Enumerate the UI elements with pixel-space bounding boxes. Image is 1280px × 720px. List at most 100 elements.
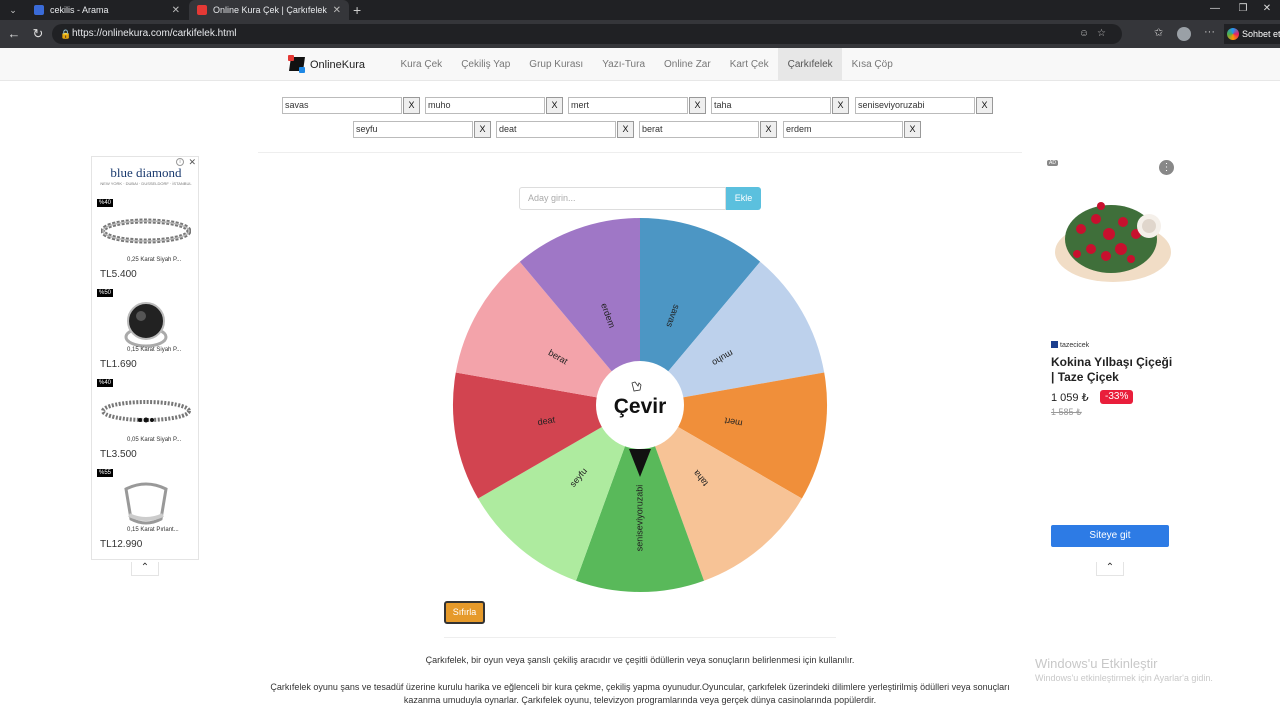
collapse-ad-chevron-icon[interactable]: ⌃ xyxy=(131,562,159,576)
menu-carkifelek[interactable]: Çarkıfelek xyxy=(778,48,843,81)
candidate-item: erdem X xyxy=(783,121,921,138)
tab-list-chevron-icon[interactable]: ⌄ xyxy=(4,2,22,18)
candidate-input[interactable]: Aday girin... xyxy=(519,187,726,210)
left-ad-panel[interactable]: i ✕ blue diamond NEW YORK · DUBAI · DUSS… xyxy=(91,156,199,560)
logo-text: OnlineKura xyxy=(310,59,366,71)
description-paragraph: Çarkıfelek, bir oyun veya şanslı çekiliş… xyxy=(425,655,855,665)
candidate-name-field[interactable]: seyfu xyxy=(353,121,473,138)
logo-hat-icon xyxy=(288,55,306,75)
minimize-icon[interactable]: — xyxy=(1200,0,1230,20)
remove-candidate-button[interactable]: X xyxy=(403,97,420,114)
search-icon xyxy=(34,5,44,15)
menu-grup-kurasi[interactable]: Grup Kurası xyxy=(520,48,593,81)
menu-yazi-tura[interactable]: Yazı-Tura xyxy=(593,48,655,81)
ad-options-icon[interactable]: ⋮ xyxy=(1159,160,1174,175)
ad-product[interactable]: %50 0,15 Karat Siyah P... TL1.690 xyxy=(97,289,195,377)
remove-candidate-button[interactable]: X xyxy=(976,97,993,114)
visit-site-button[interactable]: Siteye git xyxy=(1051,525,1169,547)
ad-brand-cities: NEW YORK · DUBAI · DUSSELDORF · İSTANBUL xyxy=(100,181,192,186)
remove-candidate-button[interactable]: X xyxy=(474,121,491,138)
candidate-name-field[interactable]: berat xyxy=(639,121,759,138)
discount-badge: %55 xyxy=(97,469,114,477)
divider xyxy=(444,637,836,638)
description-paragraph: Çarkıfelek oyunu şans ve tesadüf üzerine… xyxy=(270,682,1010,705)
remove-candidate-button[interactable]: X xyxy=(617,121,634,138)
product-price: TL3.500 xyxy=(100,449,137,460)
wheel-segment-label: seniseviyoruzabi xyxy=(634,485,644,552)
candidate-item: taha X xyxy=(711,97,849,114)
main-menu: Kura Çek Çekiliş Yap Grup Kurası Yazı-Tu… xyxy=(391,48,902,81)
product-price: TL12.990 xyxy=(100,539,143,550)
ad-product[interactable]: %55 0,15 Karat Pırlant... TL12.990 xyxy=(97,469,195,557)
back-arrow-icon[interactable]: ← xyxy=(4,24,24,44)
address-actions[interactable]: ☺☆ xyxy=(1079,24,1114,44)
copilot-label: Sohbet et xyxy=(1242,29,1280,39)
menu-online-zar[interactable]: Online Zar xyxy=(655,48,721,81)
copilot-icon xyxy=(1227,28,1239,40)
product-name: 0,05 Karat Siyah P... xyxy=(127,437,182,443)
browser-tab-search[interactable]: cekilis - Arama ✕ xyxy=(26,0,188,20)
address-bar-row: ← ↻ 🔒 https://onlinekura.com/carkifelek.… xyxy=(0,20,1280,48)
favorites-icon[interactable]: ✩ xyxy=(1154,26,1163,39)
candidate-item: mert X xyxy=(568,97,706,114)
candidate-name-field[interactable]: muho xyxy=(425,97,545,114)
silver-ring-image xyxy=(124,482,168,525)
candidate-item: berat X xyxy=(639,121,777,138)
seller-name: tazecicek xyxy=(1060,342,1090,349)
product-name: 0,25 Karat Siyah P... xyxy=(127,257,182,263)
ad-price: 1 059 ₺ xyxy=(1051,392,1089,404)
candidate-item: seyfu X xyxy=(353,121,491,138)
browser-tab-active[interactable]: Online Kura Çek | Çarkıfelek ✕ xyxy=(189,0,349,20)
product-name: 0,15 Karat Pırlant... xyxy=(127,527,179,533)
menu-kura-cek[interactable]: Kura Çek xyxy=(391,48,452,81)
tab-close-icon[interactable]: ✕ xyxy=(172,5,180,16)
candidate-name-field[interactable]: savas xyxy=(282,97,402,114)
candidate-name-field[interactable]: seniseviyoruzabi xyxy=(855,97,975,114)
url-text: https://onlinekura.com/carkifelek.html xyxy=(72,28,237,39)
spin-label[interactable]: Çevir xyxy=(614,395,667,418)
remove-candidate-button[interactable]: X xyxy=(904,121,921,138)
candidate-name-field[interactable]: mert xyxy=(568,97,688,114)
divider xyxy=(258,152,1022,153)
seller-logo-icon xyxy=(1051,341,1058,348)
tab-title: Online Kura Çek | Çarkıfelek xyxy=(213,5,327,15)
ad-old-price: 1 585 ₺ xyxy=(1051,407,1082,417)
menu-cekilis-yap[interactable]: Çekiliş Yap xyxy=(452,48,520,81)
candidate-name-field[interactable]: taha xyxy=(711,97,831,114)
window-close-icon[interactable]: ✕ xyxy=(1252,0,1280,20)
tab-close-icon[interactable]: ✕ xyxy=(333,5,341,16)
url-field[interactable]: 🔒 https://onlinekura.com/carkifelek.html… xyxy=(52,24,1122,44)
collapse-ad-chevron-icon[interactable]: ⌃ xyxy=(1096,562,1124,576)
ad-product[interactable]: %40 0,25 Karat Siyah P... TL5.400 xyxy=(97,199,195,287)
product-name: 0,15 Karat Siyah P... xyxy=(127,347,182,353)
black-ring-image xyxy=(124,302,168,348)
candidate-name-field[interactable]: erdem xyxy=(783,121,903,138)
site-navbar: OnlineKura Kura Çek Çekiliş Yap Grup Kur… xyxy=(0,48,1280,81)
ad-title[interactable]: Kokina Yılbaşı Çiçeği | Taze Çiçek xyxy=(1051,355,1175,385)
bracelet-image xyxy=(101,218,191,244)
more-menu-icon[interactable]: ··· xyxy=(1204,26,1215,38)
candidate-item: muho X xyxy=(425,97,563,114)
ad-seller: tazecicek xyxy=(1051,341,1089,349)
site-logo[interactable]: OnlineKura xyxy=(288,54,365,76)
profile-avatar[interactable] xyxy=(1177,27,1191,41)
menu-kisa-cop[interactable]: Kısa Çöp xyxy=(842,48,902,81)
reset-button[interactable]: Sıfırla xyxy=(444,601,485,624)
product-price: TL5.400 xyxy=(100,269,137,280)
browser-tab-bar: ⌄ cekilis - Arama ✕ Online Kura Çek | Ça… xyxy=(0,0,1280,20)
right-ad-panel[interactable]: AD ⋮ tazecicek Kokina Yılbaşı Çiçeği | T… xyxy=(1043,156,1177,560)
copilot-button[interactable]: Sohbet et xyxy=(1224,24,1280,44)
add-candidate-button[interactable]: Ekle xyxy=(726,187,761,210)
ad-discount-badge: -33% xyxy=(1100,390,1134,404)
menu-kart-cek[interactable]: Kart Çek xyxy=(720,48,778,81)
new-tab-plus-icon[interactable]: + xyxy=(353,0,361,20)
ad-product[interactable]: %40 0,05 Karat Siyah P... TL3.500 xyxy=(97,379,195,467)
remove-candidate-button[interactable]: X xyxy=(832,97,849,114)
remove-candidate-button[interactable]: X xyxy=(689,97,706,114)
candidate-name-field[interactable]: deat xyxy=(496,121,616,138)
reload-icon[interactable]: ↻ xyxy=(28,24,48,44)
flower-bouquet-image xyxy=(1055,202,1171,282)
discount-badge: %40 xyxy=(97,199,114,207)
remove-candidate-button[interactable]: X xyxy=(760,121,777,138)
remove-candidate-button[interactable]: X xyxy=(546,97,563,114)
